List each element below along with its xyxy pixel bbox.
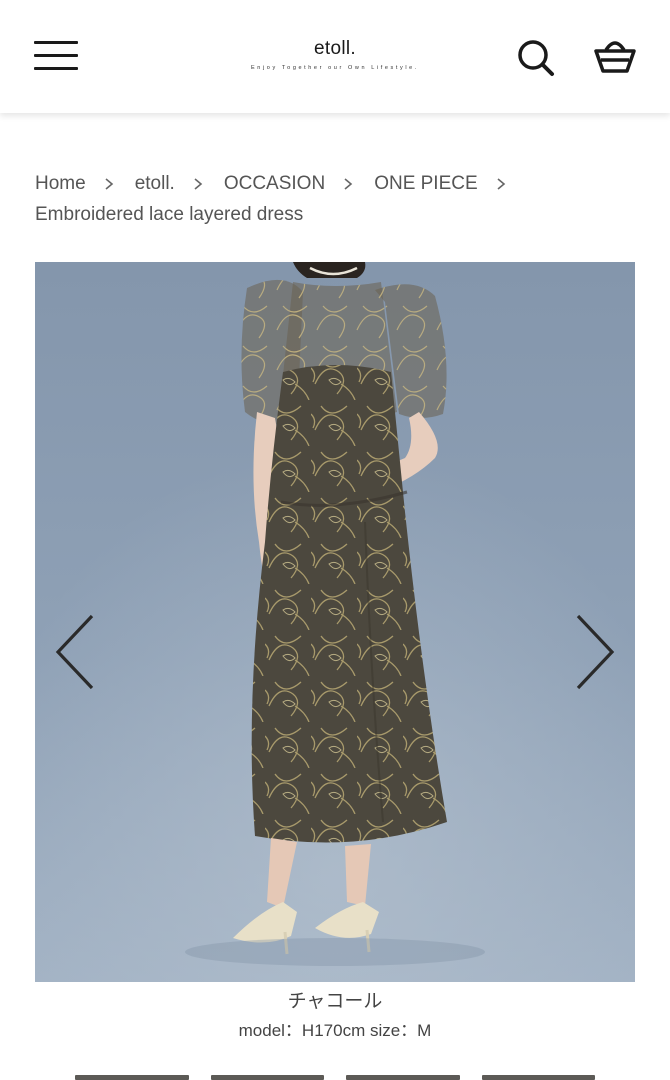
product-color-name: チャコール [287, 991, 383, 1012]
chevron-right-icon[interactable] [570, 612, 620, 692]
chevron-left-icon[interactable] [50, 612, 100, 692]
product-photo [35, 262, 635, 982]
thumbnail[interactable] [210, 1075, 324, 1080]
menu-bar [34, 54, 78, 57]
brand-logo[interactable]: etoll. Enjoy Together our Own Lifestyle. [225, 38, 445, 73]
chevron-right-icon [194, 177, 203, 190]
breadcrumb-one-piece[interactable]: ONE PIECE [374, 168, 477, 199]
thumbnail[interactable] [346, 1075, 460, 1080]
breadcrumb-home[interactable]: Home [35, 168, 86, 199]
search-icon[interactable] [514, 36, 556, 78]
breadcrumb-current: Embroidered lace layered dress [35, 204, 304, 225]
breadcrumb-trail: Home etoll. OCCASION ONE PIECE [35, 168, 635, 199]
brand-tagline: Enjoy Together our Own Lifestyle. [251, 65, 419, 71]
menu-bar [34, 41, 78, 44]
breadcrumb: Home etoll. OCCASION ONE PIECE Embroider… [35, 168, 635, 230]
chevron-right-icon [105, 177, 113, 190]
hamburger-menu-icon[interactable] [32, 36, 80, 74]
basket-icon[interactable] [592, 36, 638, 78]
breadcrumb-brand[interactable]: etoll. [135, 168, 175, 199]
site-header: etoll. Enjoy Together our Own Lifestyle. [0, 0, 670, 113]
product-image-gallery[interactable] [35, 262, 635, 982]
brand-name: etoll. [314, 38, 356, 59]
thumbnail[interactable] [481, 1075, 595, 1080]
menu-bar [34, 67, 78, 70]
model-info: model：H170cm size：M [238, 1021, 432, 1040]
thumbnail-strip [75, 1075, 595, 1080]
chevron-right-icon [344, 177, 353, 190]
breadcrumb-occasion[interactable]: OCCASION [224, 168, 325, 199]
thumbnail[interactable] [75, 1075, 189, 1080]
chevron-right-icon [497, 177, 505, 190]
